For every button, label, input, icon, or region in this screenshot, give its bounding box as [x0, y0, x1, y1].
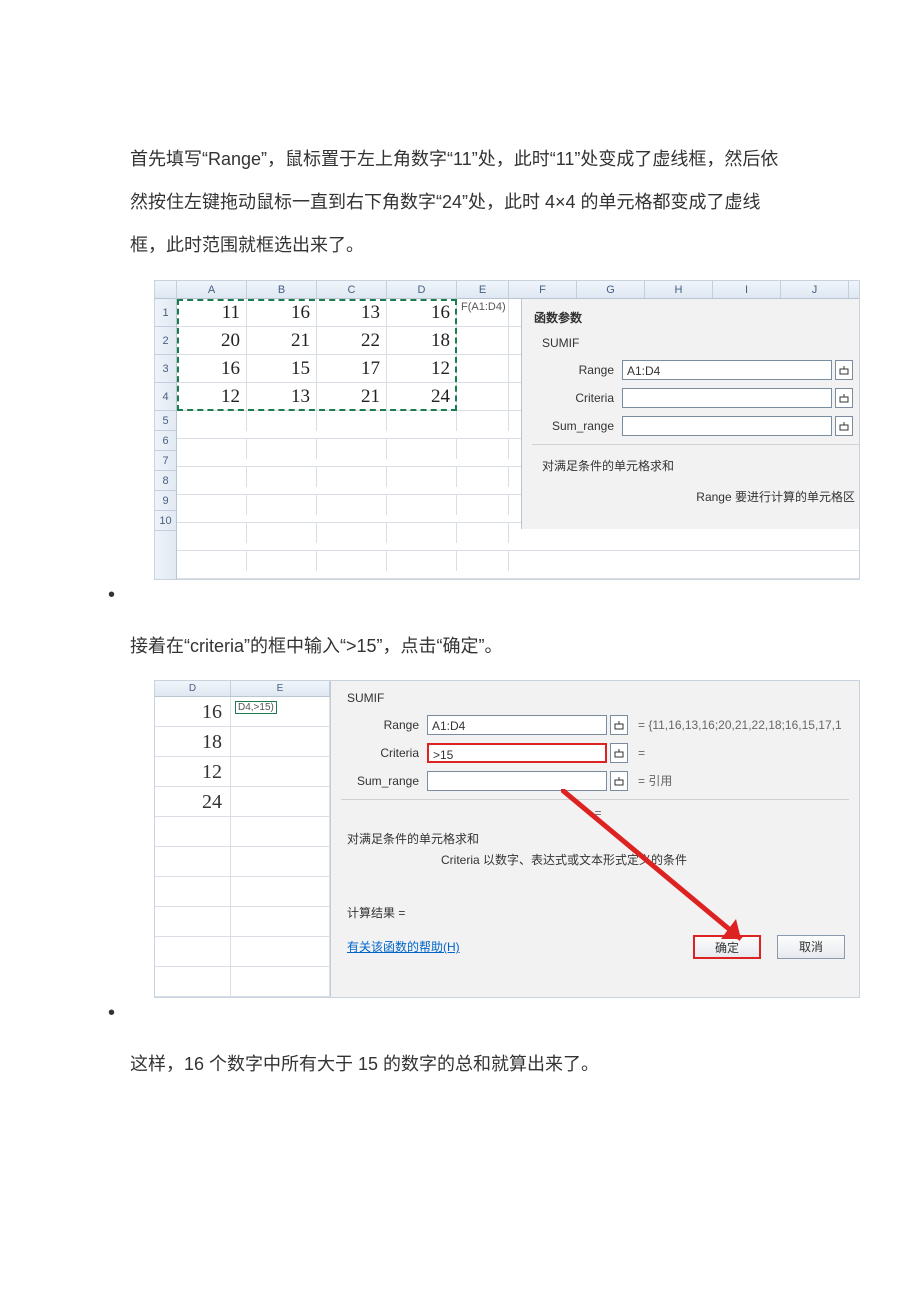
- eq-line: =: [341, 799, 849, 820]
- cell-d-r3[interactable]: 12: [155, 757, 231, 786]
- cell-a1[interactable]: 11: [177, 299, 247, 326]
- paragraph-2: 接着在“criteria”的框中输入“>15”，点击“确定”。: [130, 625, 790, 668]
- col-header-d2: D: [155, 681, 231, 696]
- sumrange-label-2: Sum_range: [341, 774, 427, 788]
- result-label: 计算结果 =: [341, 884, 849, 921]
- row-header-5: 5: [155, 411, 176, 431]
- range-ref-button-2[interactable]: [610, 715, 628, 735]
- col-header-h: H: [645, 281, 713, 298]
- row-header-8: 8: [155, 471, 176, 491]
- cell-b4[interactable]: 13: [247, 383, 317, 410]
- range-input[interactable]: A1:D4: [622, 360, 832, 380]
- col-header-d: D: [387, 281, 457, 298]
- criteria-input-2[interactable]: >15: [427, 743, 607, 763]
- col-header-i: I: [713, 281, 781, 298]
- paragraph-3: 这样，16 个数字中所有大于 15 的数字的总和就算出来了。: [130, 1043, 790, 1086]
- cell-d1[interactable]: 16: [387, 299, 457, 326]
- function-args-dialog-1: 函数参数 SUMIF Range A1:D4 Criteria Sum_rang…: [521, 299, 859, 529]
- row-header-6: 6: [155, 431, 176, 451]
- cell-b2[interactable]: 21: [247, 327, 317, 354]
- col-header-a: A: [177, 281, 247, 298]
- cell-a2[interactable]: 20: [177, 327, 247, 354]
- criteria-ref-button[interactable]: [835, 388, 853, 408]
- paragraph-1: 首先填写“Range”，鼠标置于左上角数字“11”处，此时“11”处变成了虚线框…: [130, 138, 790, 268]
- formula-text: D4,>15): [235, 701, 277, 714]
- bullet-2: •: [108, 1002, 790, 1025]
- sumrange-ref-button-2[interactable]: [610, 771, 628, 791]
- row-header-7: 7: [155, 451, 176, 471]
- col-header-g: G: [577, 281, 645, 298]
- criteria-eq: =: [628, 746, 645, 760]
- cell-d4[interactable]: 24: [387, 383, 457, 410]
- dialog-title: 函数参数: [532, 305, 859, 332]
- row-header-1: 1: [155, 299, 176, 327]
- function-name: SUMIF: [532, 332, 859, 360]
- col-header-c: C: [317, 281, 387, 298]
- range-ref-button[interactable]: [835, 360, 853, 380]
- sumrange-input-2[interactable]: [427, 771, 607, 791]
- sumrange-eq: = 引用: [628, 772, 672, 789]
- cancel-button[interactable]: 取消: [777, 935, 845, 959]
- cell-c2[interactable]: 22: [317, 327, 387, 354]
- criteria-input[interactable]: [622, 388, 832, 408]
- ok-button[interactable]: 确定: [693, 935, 761, 959]
- sumrange-label: Sum_range: [532, 419, 622, 433]
- cell-a4[interactable]: 12: [177, 383, 247, 410]
- col-header-e2: E: [231, 681, 330, 696]
- cell-b3[interactable]: 15: [247, 355, 317, 382]
- function-name-2: SUMIF: [341, 687, 849, 715]
- screenshot-2: D E 16 18 12 24 D4,>15) SUMIF Range A1:D…: [154, 680, 860, 998]
- dialog-hint: Range 要进行计算的单元格区: [532, 478, 859, 505]
- row-header-4: 4: [155, 383, 176, 411]
- range-input-2[interactable]: A1:D4: [427, 715, 607, 735]
- cell-c3[interactable]: 17: [317, 355, 387, 382]
- criteria-ref-button-2[interactable]: [610, 743, 628, 763]
- sumrange-input[interactable]: [622, 416, 832, 436]
- range-eq: = {11,16,13,16;20,21,22,18;16,15,17,1: [628, 718, 842, 732]
- col-header-f: F: [509, 281, 577, 298]
- range-label-2: Range: [341, 718, 427, 732]
- screenshot-1: A B C D E F G H I J 1 2 3 4 5 6 7 8 9 10: [154, 280, 860, 580]
- cell-c1[interactable]: 13: [317, 299, 387, 326]
- bullet-1: •: [108, 584, 790, 607]
- cell-d2[interactable]: 18: [387, 327, 457, 354]
- cell-d-r1[interactable]: 16: [155, 697, 231, 726]
- row-header-3: 3: [155, 355, 176, 383]
- cell-a3[interactable]: 16: [177, 355, 247, 382]
- cell-d3[interactable]: 12: [387, 355, 457, 382]
- range-label: Range: [532, 363, 622, 377]
- criteria-desc: Criteria 以数字、表达式或文本形式定义的条件: [341, 847, 849, 884]
- criteria-label: Criteria: [532, 391, 622, 405]
- cell-b1[interactable]: 16: [247, 299, 317, 326]
- cell-d-r2[interactable]: 18: [155, 727, 231, 756]
- row-header-9: 9: [155, 491, 176, 511]
- help-link[interactable]: 有关该函数的帮助(H): [347, 938, 460, 955]
- criteria-label-2: Criteria: [341, 746, 427, 760]
- dialog-desc: 对满足条件的单元格求和: [532, 444, 859, 478]
- cell-d-r4[interactable]: 24: [155, 787, 231, 816]
- row-header-2: 2: [155, 327, 176, 355]
- row-header-10: 10: [155, 511, 176, 531]
- col-header-b: B: [247, 281, 317, 298]
- col-header-e: E: [457, 281, 509, 298]
- cell-c4[interactable]: 21: [317, 383, 387, 410]
- dialog-desc-2: 对满足条件的单元格求和: [341, 820, 849, 847]
- col-header-j: J: [781, 281, 849, 298]
- sumrange-ref-button[interactable]: [835, 416, 853, 436]
- formula-overlay: F(A1:D4): [461, 301, 506, 313]
